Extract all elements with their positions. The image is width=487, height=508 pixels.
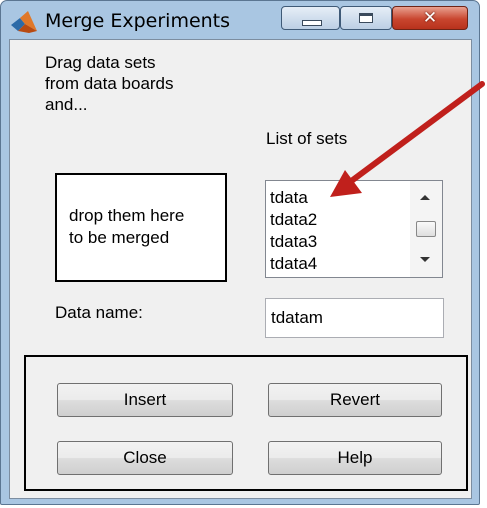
minimize-button[interactable]	[281, 6, 340, 30]
data-name-label: Data name:	[55, 303, 143, 322]
matlab-logo-icon	[11, 11, 37, 33]
close-icon: ✕	[422, 8, 438, 28]
list-item[interactable]: tdata4	[270, 253, 410, 275]
drag-instructions: Drag data sets from data boards and...	[45, 52, 215, 115]
drop-zone-text: drop them here to be merged	[69, 205, 184, 249]
insert-button[interactable]: Insert	[57, 383, 233, 417]
instruction-line-3: and...	[45, 95, 88, 114]
list-item[interactable]: tdata	[270, 187, 410, 209]
listbox-scrollbar[interactable]	[410, 181, 442, 277]
window-title: Merge Experiments	[45, 10, 231, 32]
maximize-button[interactable]	[340, 6, 392, 30]
list-of-sets-label: List of sets	[266, 129, 348, 148]
instruction-line-1: Drag data sets	[45, 53, 156, 72]
maximize-icon	[359, 13, 373, 23]
minimize-icon	[302, 20, 322, 26]
revert-button[interactable]: Revert	[268, 383, 442, 417]
scroll-down-arrow-icon[interactable]	[420, 257, 430, 262]
help-button[interactable]: Help	[268, 441, 442, 475]
list-item[interactable]: tdata2	[270, 209, 410, 231]
drop-zone-line-2: to be merged	[69, 228, 170, 247]
drop-zone-line-1: drop them here	[69, 206, 185, 225]
scrollbar-thumb[interactable]	[416, 221, 436, 237]
sets-list: tdata tdata2 tdata3 tdata4	[270, 187, 410, 275]
data-name-field[interactable]	[265, 298, 444, 338]
instruction-line-2: from data boards	[45, 74, 174, 93]
close-button[interactable]: Close	[57, 441, 233, 475]
list-item[interactable]: tdata3	[270, 231, 410, 253]
close-window-button[interactable]: ✕	[392, 6, 468, 30]
scroll-up-arrow-icon[interactable]	[420, 195, 430, 200]
drop-zone[interactable]: drop them here to be merged	[55, 173, 227, 282]
title-bar[interactable]: Merge Experiments ✕	[1, 1, 479, 37]
sets-listbox[interactable]: tdata tdata2 tdata3 tdata4	[265, 180, 443, 278]
